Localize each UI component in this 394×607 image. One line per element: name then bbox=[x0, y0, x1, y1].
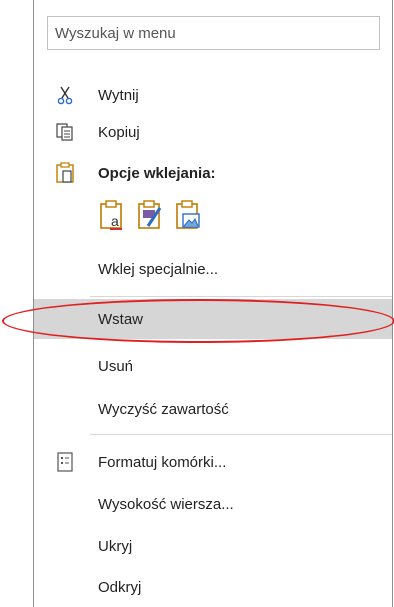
copy-icon bbox=[54, 121, 76, 143]
paste-options-heading: Opcje wklejania: bbox=[34, 153, 392, 193]
menu-item-cut[interactable]: Wytnij bbox=[34, 75, 392, 115]
menu-item-unhide[interactable]: Odkryj bbox=[34, 567, 392, 607]
paste-options-row: a bbox=[98, 199, 202, 243]
menu-item-clear-contents[interactable]: Wyczyść zawartość bbox=[34, 389, 392, 429]
menu-item-label: Formatuj komórki... bbox=[98, 453, 227, 471]
menu-item-row-height[interactable]: Wysokość wiersza... bbox=[34, 484, 392, 524]
paste-picture-icon[interactable] bbox=[174, 199, 202, 233]
format-cells-icon bbox=[54, 451, 76, 473]
menu-item-label: Usuń bbox=[98, 357, 134, 375]
menu-item-label: Wklej specjalnie... bbox=[98, 260, 219, 278]
menu-item-copy[interactable]: Kopiuj bbox=[34, 112, 392, 152]
scissors-icon bbox=[54, 84, 76, 106]
menu-item-label: Kopiuj bbox=[98, 123, 140, 141]
menu-item-label: Wstaw bbox=[98, 310, 143, 328]
svg-text:a: a bbox=[111, 213, 119, 229]
search-input[interactable] bbox=[47, 16, 380, 50]
menu-item-label: Wysokość wiersza... bbox=[98, 495, 234, 513]
paste-formatting-icon[interactable] bbox=[136, 199, 164, 233]
menu-item-label: Wytnij bbox=[98, 86, 139, 104]
menu-item-format-cells[interactable]: Formatuj komórki... bbox=[34, 442, 392, 482]
clipboard-icon bbox=[54, 162, 76, 184]
menu-item-label: Odkryj bbox=[98, 578, 142, 596]
menu-item-label: Opcje wklejania: bbox=[98, 164, 216, 182]
menu-item-insert[interactable]: Wstaw bbox=[34, 299, 392, 339]
divider bbox=[90, 296, 392, 297]
divider bbox=[90, 434, 392, 435]
paste-values-icon[interactable]: a bbox=[98, 199, 126, 233]
menu-item-label: Ukryj bbox=[98, 537, 133, 555]
menu-item-label: Wyczyść zawartość bbox=[98, 400, 229, 418]
menu-item-hide[interactable]: Ukryj bbox=[34, 526, 392, 566]
context-menu: Wytnij Kopiuj Opcje wklejania: bbox=[33, 0, 393, 607]
menu-item-delete[interactable]: Usuń bbox=[34, 346, 392, 386]
menu-item-paste-special[interactable]: Wklej specjalnie... bbox=[34, 249, 392, 289]
